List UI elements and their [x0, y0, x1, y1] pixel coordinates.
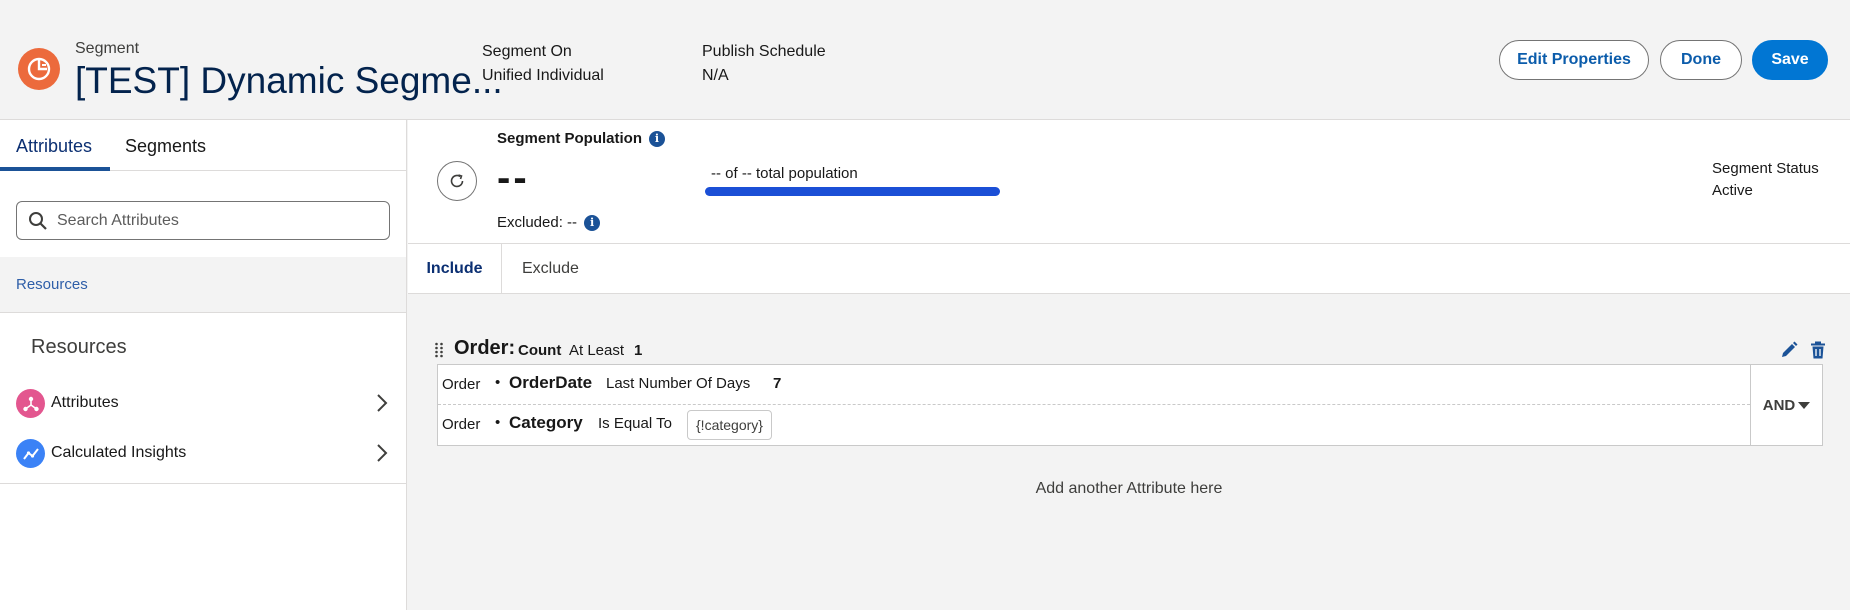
- criteria-aggregate[interactable]: Count: [518, 342, 561, 359]
- delete-icon[interactable]: [1808, 340, 1828, 360]
- logic-operator-label: AND: [1762, 396, 1796, 414]
- publish-schedule-label: Publish Schedule: [702, 43, 826, 60]
- resource-item-calculated-insights[interactable]: Calculated Insights: [0, 429, 406, 477]
- calculated-insights-icon: [16, 439, 45, 468]
- include-exclude-tabs: Include Exclude: [408, 244, 1850, 294]
- criteria-header: Order: Count At Least 1: [434, 335, 1825, 365]
- segment-on-field: Segment On Unified Individual: [482, 40, 604, 88]
- tab-segments[interactable]: Segments: [125, 136, 206, 157]
- search-attributes-field[interactable]: Search Attributes: [16, 201, 390, 240]
- edit-properties-button[interactable]: Edit Properties: [1499, 40, 1649, 80]
- rule-operator[interactable]: Is Equal To: [598, 415, 672, 432]
- info-icon[interactable]: i: [649, 131, 666, 148]
- search-icon: [29, 212, 47, 230]
- sidebar-tabs: Attributes Segments: [0, 120, 406, 171]
- breadcrumb: Resources: [0, 257, 406, 313]
- segment-population-panel: Segment Population i -- Excluded: -- i -- …: [408, 120, 1850, 244]
- excluded-label: Excluded: --: [497, 214, 578, 231]
- segment-status-value: Active: [1712, 182, 1753, 199]
- rule-field: Category: [509, 413, 583, 432]
- tab-attributes[interactable]: Attributes: [16, 136, 92, 157]
- chevron-right-icon: [377, 394, 388, 412]
- page-title: [TEST] Dynamic Segme...: [75, 60, 503, 101]
- save-button[interactable]: Save: [1752, 40, 1828, 80]
- rule-row[interactable]: Order • Category Is Equal To {!category}: [438, 405, 1750, 445]
- done-button[interactable]: Done: [1660, 40, 1742, 80]
- segment-logo-icon: [18, 48, 60, 90]
- publish-schedule-value: N/A: [702, 67, 729, 84]
- rule-row[interactable]: Order • OrderDate Last Number Of Days 7: [438, 365, 1750, 405]
- rule-object: Order: [442, 376, 481, 393]
- criteria-operator[interactable]: At Least: [569, 342, 624, 359]
- criteria-value[interactable]: 1: [634, 342, 642, 359]
- attributes-icon: [16, 389, 45, 418]
- separator-dot: •: [495, 374, 501, 391]
- segment-on-label: Segment On: [482, 43, 572, 60]
- refresh-button[interactable]: [437, 161, 477, 201]
- main-canvas: Segment Population i -- Excluded: -- i -- …: [408, 120, 1850, 610]
- segment-status-label: Segment Status: [1712, 160, 1819, 177]
- population-progress-bar: [705, 187, 1000, 196]
- left-panel: Attributes Segments Search Attributes Re…: [0, 120, 407, 610]
- segment-population-label: Segment Population: [497, 130, 643, 147]
- criteria-rules: Order • OrderDate Last Number Of Days 7 …: [437, 364, 1823, 446]
- criteria-object: Order:: [454, 337, 516, 359]
- resource-item-attributes[interactable]: Attributes: [0, 379, 406, 427]
- total-population-text: -- of -- total population: [711, 165, 858, 182]
- rule-value[interactable]: 7: [773, 375, 781, 392]
- drag-handle-icon[interactable]: [434, 342, 444, 358]
- page-header: Segment [TEST] Dynamic Segme... Segment …: [0, 0, 1850, 120]
- separator-dot: •: [495, 414, 501, 431]
- segment-status: Segment Status Active: [1712, 158, 1819, 202]
- refresh-icon: [450, 174, 464, 188]
- resource-item-label: Calculated Insights: [51, 444, 187, 461]
- segment-on-value: Unified Individual: [482, 67, 604, 84]
- add-attribute-dropzone[interactable]: Add another Attribute here: [408, 480, 1850, 498]
- tab-exclude[interactable]: Exclude: [522, 244, 579, 294]
- caret-down-icon: [1798, 401, 1811, 409]
- rule-operator[interactable]: Last Number Of Days: [606, 375, 750, 392]
- population-count: --: [497, 156, 530, 200]
- rule-field: OrderDate: [509, 373, 593, 392]
- segment-population-title: Segment Population i: [497, 130, 666, 148]
- tab-include[interactable]: Include: [408, 244, 502, 294]
- active-tab-indicator: [0, 167, 110, 171]
- search-placeholder: Search Attributes: [57, 212, 179, 229]
- breadcrumb-resources[interactable]: Resources: [16, 276, 88, 293]
- chevron-right-icon: [377, 444, 388, 462]
- rule-object: Order: [442, 416, 481, 433]
- excluded-count: Excluded: -- i: [497, 214, 601, 232]
- resource-item-label: Attributes: [51, 394, 119, 411]
- object-type-label: Segment: [75, 40, 140, 57]
- resources-heading: Resources: [31, 336, 127, 358]
- divider: [0, 483, 406, 484]
- rule-value-pill[interactable]: {!category}: [687, 410, 772, 440]
- publish-schedule-field: Publish Schedule N/A: [702, 40, 826, 88]
- edit-icon[interactable]: [1779, 340, 1799, 360]
- logic-operator-dropdown[interactable]: AND: [1750, 365, 1822, 445]
- info-icon[interactable]: i: [584, 215, 601, 232]
